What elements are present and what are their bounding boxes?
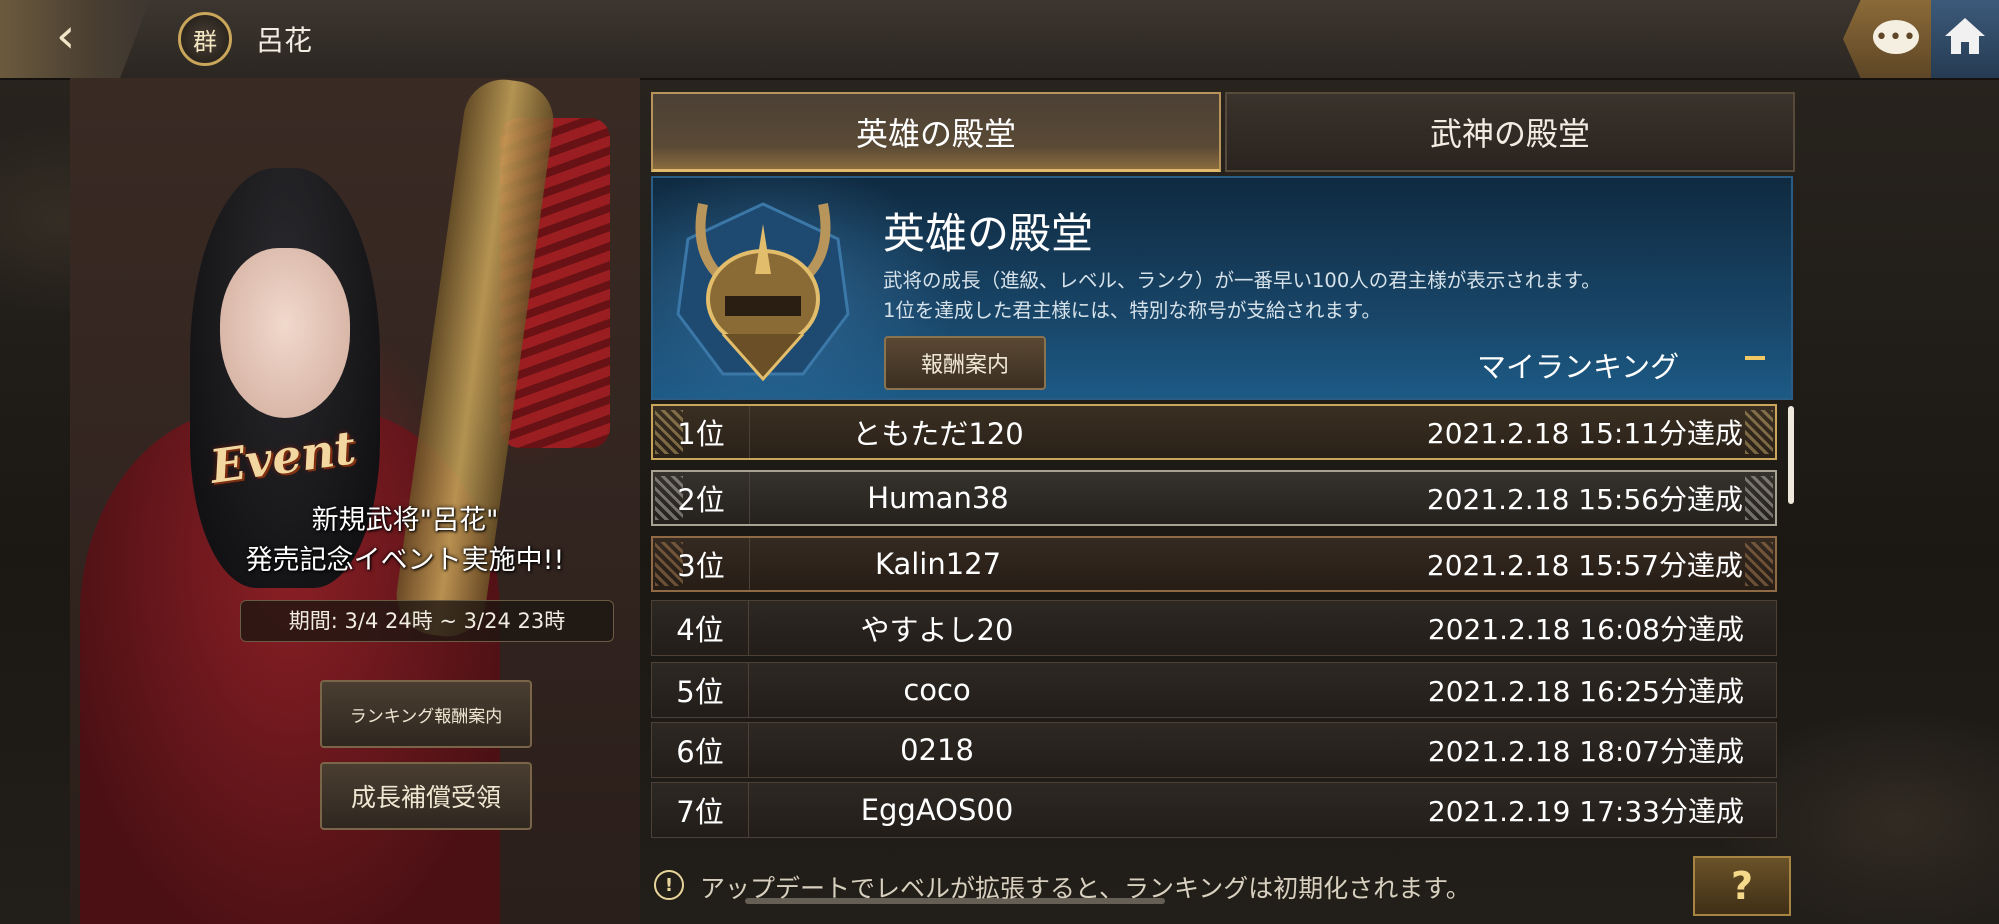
growth-compensation-label: 成長補償受領 bbox=[350, 783, 501, 812]
rank-position: 1位 bbox=[653, 406, 750, 458]
chevron-left-icon: ‹ bbox=[56, 8, 76, 64]
event-title-line2: 発売記念イベント実施中!! bbox=[245, 545, 565, 576]
table-row[interactable]: 6位 0218 2021.2.18 18:07分達成 bbox=[651, 722, 1777, 778]
achieved-time: 2021.2.18 15:11分達成 bbox=[1426, 417, 1743, 450]
table-row[interactable]: 3位 Kalin127 2021.2.18 15:57分達成 bbox=[651, 536, 1777, 592]
tab-hero-hall[interactable]: 英雄の殿堂 bbox=[651, 92, 1221, 172]
event-period: 期間: 3/4 24時 ~ 3/24 23時 bbox=[240, 600, 614, 642]
ornament-right bbox=[1745, 542, 1773, 586]
helmet-emblem-icon bbox=[676, 202, 850, 382]
player-name: 0218 bbox=[900, 733, 974, 767]
player-name: EggAOS00 bbox=[860, 793, 1014, 827]
rank-position: 6位 bbox=[652, 723, 749, 777]
achieved-time: 2021.2.18 15:57分達成 bbox=[1426, 549, 1743, 582]
info-icon: ! bbox=[654, 870, 684, 900]
achieved-time: 2021.2.18 18:07分達成 bbox=[1427, 735, 1744, 768]
tab-war-god-hall-label: 武神の殿堂 bbox=[1429, 115, 1590, 153]
player-name: coco bbox=[903, 673, 971, 707]
my-ranking-button[interactable]: マイランキング bbox=[1477, 344, 1679, 386]
chat-button[interactable]: ••• bbox=[1843, 0, 1931, 78]
achieved-time: 2021.2.18 16:08分達成 bbox=[1427, 613, 1744, 646]
back-button[interactable]: ‹ bbox=[0, 0, 150, 78]
player-name: Kalin127 bbox=[874, 547, 1002, 581]
ranking-reward-button[interactable]: ランキング報酬案内 bbox=[320, 680, 532, 748]
table-row[interactable]: 2位 Human38 2021.2.18 15:56分達成 bbox=[651, 470, 1777, 526]
ornament-right bbox=[1745, 410, 1773, 454]
home-icon bbox=[1945, 18, 1985, 54]
ranking-reward-label: ランキング報酬案内 bbox=[349, 706, 503, 727]
character-name: 呂花 bbox=[256, 24, 313, 57]
hall-banner: 英雄の殿堂 武将の成長（進級、レベル、ランク）が一番早い100人の君主様が表示さ… bbox=[651, 176, 1793, 400]
player-name: ともただ120 bbox=[852, 417, 1024, 451]
tab-hero-hall-label: 英雄の殿堂 bbox=[855, 114, 1016, 153]
rank-position: 5位 bbox=[652, 663, 749, 717]
top-bar: ‹ 群 呂花 ••• bbox=[0, 0, 1999, 80]
reward-info-label: 報酬案内 bbox=[920, 353, 1009, 378]
achieved-time: 2021.2.19 17:33分達成 bbox=[1427, 795, 1744, 828]
tab-war-god-hall[interactable]: 武神の殿堂 bbox=[1225, 92, 1795, 172]
event-title-line1: 新規武将"呂花" bbox=[311, 505, 499, 536]
player-name: やすよし20 bbox=[860, 613, 1014, 647]
rank-position: 7位 bbox=[652, 783, 749, 837]
achieved-time: 2021.2.18 16:25分達成 bbox=[1427, 675, 1744, 708]
ornament-right bbox=[1745, 476, 1773, 520]
growth-compensation-button[interactable]: 成長補償受領 bbox=[320, 762, 532, 830]
player-name: Human38 bbox=[867, 481, 1009, 515]
achieved-time: 2021.2.18 15:56分達成 bbox=[1426, 483, 1743, 516]
ranking-list[interactable]: 1位 ともただ120 2021.2.18 15:11分達成 2位 Human38… bbox=[651, 404, 1777, 846]
collapse-icon[interactable] bbox=[1745, 356, 1765, 360]
faction-badge: 群 bbox=[178, 12, 232, 66]
table-row[interactable]: 1位 ともただ120 2021.2.18 15:11分達成 bbox=[651, 404, 1777, 460]
banner-title: 英雄の殿堂 bbox=[883, 209, 1094, 258]
home-indicator bbox=[745, 898, 1165, 904]
chat-bubble-icon: ••• bbox=[1873, 20, 1919, 54]
help-button[interactable]: ? bbox=[1693, 856, 1791, 916]
banner-description-2: 1位を達成した君主様には、特別な称号が支給されます。 bbox=[883, 299, 1381, 322]
table-row[interactable]: 7位 EggAOS00 2021.2.19 17:33分達成 bbox=[651, 782, 1777, 838]
rank-position: 2位 bbox=[653, 472, 750, 524]
ranking-scrollbar[interactable] bbox=[1788, 406, 1794, 504]
rank-position: 4位 bbox=[652, 601, 749, 655]
reward-info-button[interactable]: 報酬案内 bbox=[884, 336, 1046, 390]
table-row[interactable]: 5位 coco 2021.2.18 16:25分達成 bbox=[651, 662, 1777, 718]
home-button[interactable] bbox=[1931, 0, 1999, 78]
table-row[interactable]: 4位 やすよし20 2021.2.18 16:08分達成 bbox=[651, 600, 1777, 656]
rank-position: 3位 bbox=[653, 538, 750, 590]
character-face bbox=[220, 248, 350, 418]
banner-description-1: 武将の成長（進級、レベル、ランク）が一番早い100人の君主様が表示されます。 bbox=[883, 269, 1601, 292]
